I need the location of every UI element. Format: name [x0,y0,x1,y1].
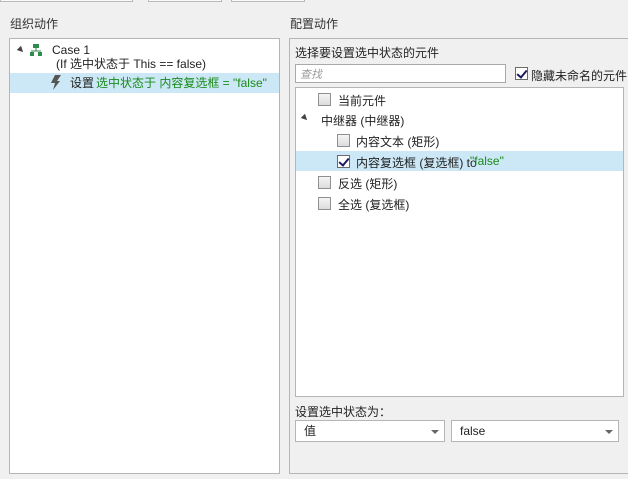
list-group-label: 中继器 (中继器) [321,114,405,128]
list-item-checkbox[interactable] [318,93,331,106]
list-item-value: "false" [470,154,504,168]
top-button-1[interactable] [0,0,133,2]
list-item-label: 全选 (复选框) [338,198,410,212]
configure-panel: 选择要设置选中状态的元件 查找 隐藏未命名的元件 当前元件 中继器 (中继器) … [289,38,628,474]
case-condition-row: (If 选中状态于 This == false) [10,55,279,73]
search-input[interactable]: 查找 [295,64,506,83]
value-select[interactable]: false [451,420,619,442]
list-item[interactable]: 全选 (复选框) [296,193,623,213]
top-button-2[interactable] [148,0,222,2]
value-type-text: 值 [304,424,317,438]
list-group[interactable]: 中继器 (中继器) [296,109,623,129]
list-item[interactable]: 内容文本 (矩形) [296,130,623,150]
list-item-selected[interactable]: 内容复选框 (复选框) to "false" [296,151,623,171]
case-condition: (If 选中状态于 This == false) [56,57,207,71]
list-item[interactable]: 当前元件 [296,89,623,109]
action-row[interactable]: 设置 选中状态于 内容复选框 = "false" [10,73,279,93]
hide-unnamed-label: 隐藏未命名的元件 [531,69,628,83]
list-item-checkbox[interactable] [318,197,331,210]
search-placeholder: 查找 [300,69,322,81]
hide-unnamed-checkbox[interactable] [515,67,528,80]
lightning-icon [51,75,61,90]
value-text: false [460,424,486,438]
list-item-label: 反选 (矩形) [338,177,398,191]
list-item-checkbox[interactable] [337,155,350,168]
collapse-triangle-icon[interactable] [16,45,26,55]
value-type-select[interactable]: 值 [295,420,445,442]
actions-tree-panel: Case 1 (If 选中状态于 This == false) 设置 选中状态于… [9,38,280,474]
list-item-label: 内容文本 (矩形) [356,135,440,149]
organize-actions-title: 组织动作 [10,17,59,31]
list-item[interactable]: 反选 (矩形) [296,172,623,192]
top-button-3[interactable] [231,0,305,2]
list-item-label: 当前元件 [338,94,387,108]
set-state-label: 设置选中状态为： [295,405,392,419]
action-prefix: 设置 [70,76,95,90]
action-detail: 选中状态于 内容复选框 = "false" [96,76,267,90]
select-widgets-label: 选择要设置选中状态的元件 [295,46,440,60]
collapse-triangle-icon[interactable] [300,113,310,123]
widget-list[interactable]: 当前元件 中继器 (中继器) 内容文本 (矩形) 内容复选框 (复选框) to … [295,87,624,397]
chevron-down-icon [605,430,613,434]
list-item-checkbox[interactable] [337,134,350,147]
configure-actions-title: 配置动作 [290,17,339,31]
list-item-label: 内容复选框 (复选框) to [356,156,481,170]
list-item-checkbox[interactable] [318,176,331,189]
chevron-down-icon [431,430,439,434]
